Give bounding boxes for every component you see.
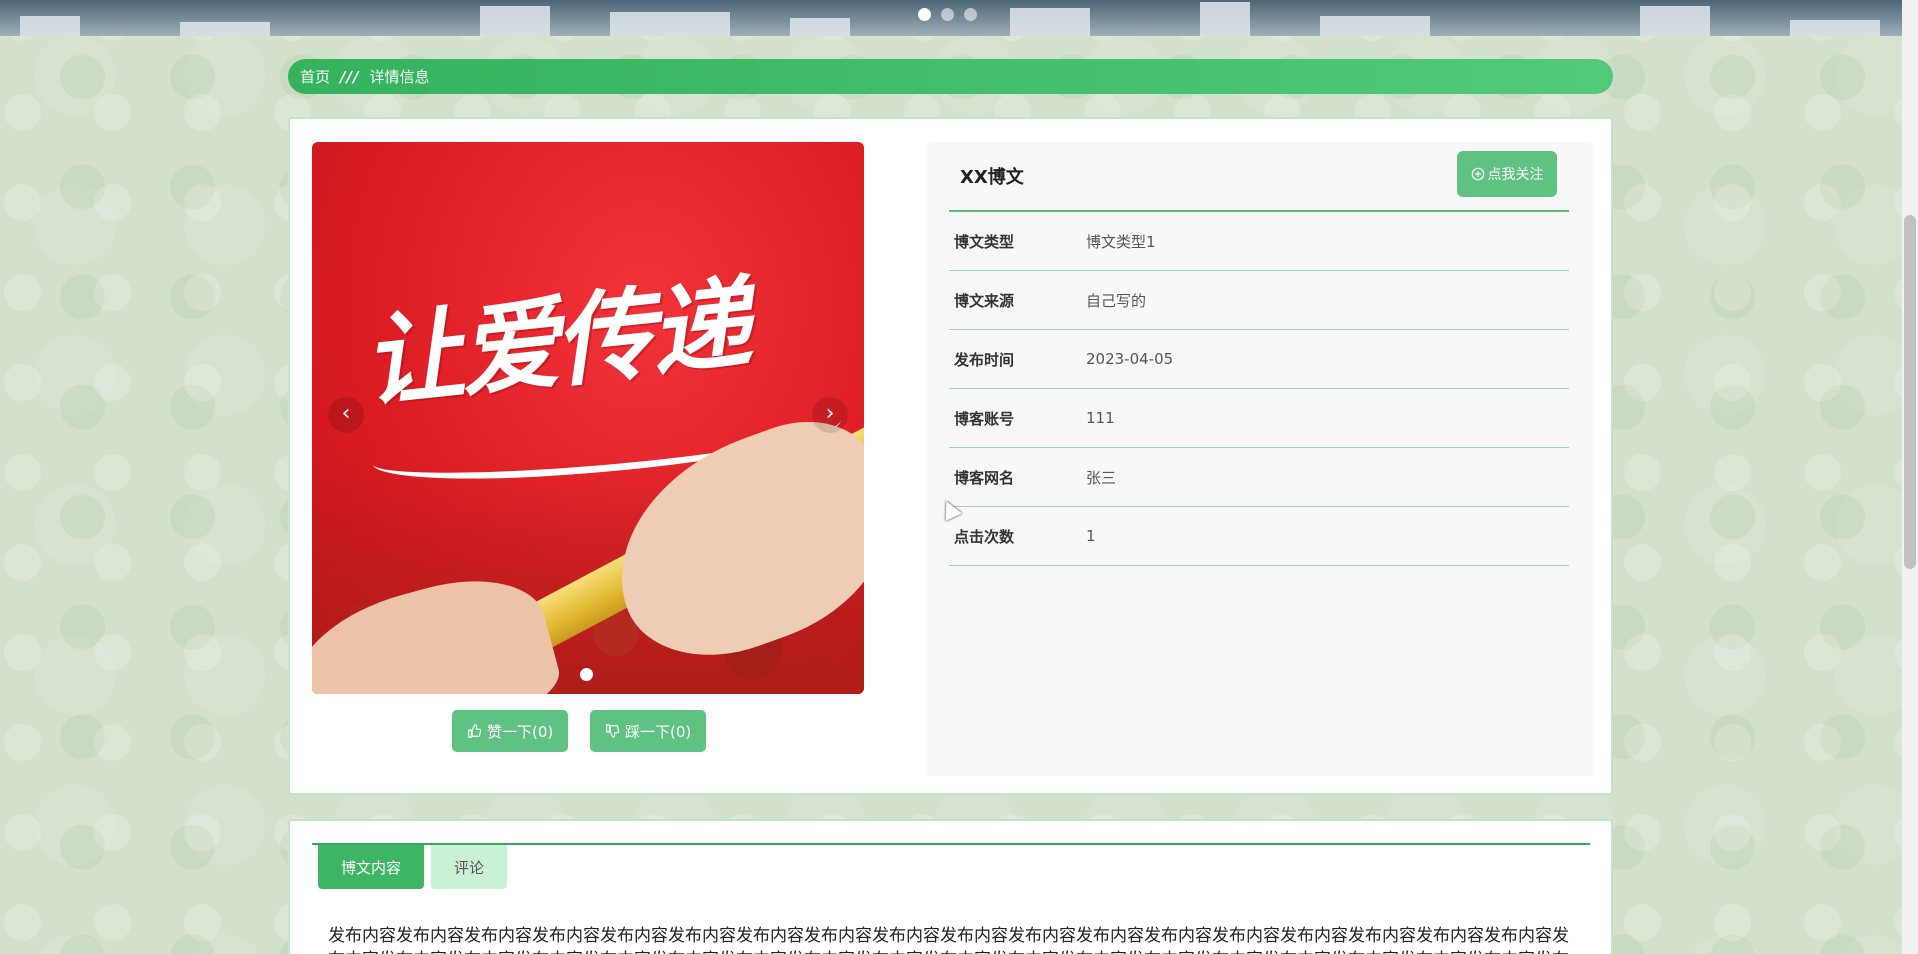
like-label: 赞一下(0)	[487, 722, 554, 741]
info-row-source: 博文来源 自己写的	[949, 271, 1569, 330]
info-row-type: 博文类型 博文类型1	[949, 212, 1569, 271]
info-row-publish-time: 发布时间 2023-04-05	[949, 330, 1569, 389]
breadcrumb-home[interactable]: 首页	[300, 66, 330, 87]
dislike-label: 踩一下(0)	[625, 722, 692, 741]
info-row-nickname: 博客网名 张三	[949, 448, 1569, 507]
info-value: 1	[1086, 527, 1096, 545]
like-button[interactable]: 赞一下(0)	[452, 710, 569, 752]
scrollbar-thumb[interactable]	[1904, 215, 1916, 569]
post-title: XX博文	[960, 167, 1024, 188]
carousel-prev-button[interactable]: ‹	[328, 397, 364, 433]
detail-card: 让爱传递 ‹ › 赞一下(0) 踩一下(0) XX博文 点我关注 博文类型 博文…	[288, 117, 1613, 795]
image-carousel[interactable]: 让爱传递 ‹ ›	[312, 142, 864, 694]
info-label: 博客网名	[954, 468, 1015, 487]
info-row-account: 博客账号 111	[949, 389, 1569, 448]
dislike-button[interactable]: 踩一下(0)	[590, 710, 707, 752]
content-card: 博文内容 评论 发布内容发布内容发布内容发布内容发布内容发布内容发布内容发布内容…	[288, 819, 1613, 954]
tab-comments[interactable]: 评论	[431, 845, 507, 889]
info-label: 博文来源	[954, 291, 1015, 310]
thumbs-down-icon	[606, 724, 619, 738]
thumbs-up-icon	[468, 724, 481, 738]
follow-label: 点我关注	[1487, 167, 1544, 183]
follow-button[interactable]: 点我关注	[1457, 151, 1557, 197]
info-value: 自己写的	[1086, 291, 1147, 310]
info-row-clicks: 点击次数 1	[949, 507, 1569, 566]
page-scrollbar[interactable]	[1902, 0, 1918, 954]
carousel-slogan: 让爱传递	[357, 264, 753, 422]
carousel-dot[interactable]	[580, 668, 593, 681]
info-label: 博文类型	[954, 232, 1015, 251]
info-label: 点击次数	[954, 527, 1015, 546]
banner-dot[interactable]	[964, 8, 977, 21]
info-panel: XX博文 点我关注 博文类型 博文类型1 博文来源 自己写的 发布时间 2023…	[927, 142, 1593, 776]
banner-dots	[918, 8, 977, 21]
banner-dot[interactable]	[941, 8, 954, 21]
info-value: 张三	[1086, 468, 1117, 487]
info-table: 博文类型 博文类型1 博文来源 自己写的 发布时间 2023-04-05 博客账…	[949, 212, 1569, 566]
info-value: 2023-04-05	[1086, 350, 1174, 368]
post-content: 发布内容发布内容发布内容发布内容发布内容发布内容发布内容发布内容发布内容发布内容…	[328, 926, 1569, 954]
info-value: 111	[1086, 409, 1115, 427]
info-value: 博文类型1	[1086, 232, 1156, 251]
breadcrumb: 首页 /// 详情信息	[288, 59, 1613, 94]
info-label: 发布时间	[954, 350, 1015, 369]
carousel-next-button[interactable]: ›	[812, 397, 848, 433]
breadcrumb-separator: ///	[340, 67, 360, 86]
tab-content[interactable]: 博文内容	[318, 845, 424, 889]
breadcrumb-current: 详情信息	[369, 68, 430, 86]
banner-dot[interactable]	[918, 8, 931, 21]
plus-circle-icon	[1471, 167, 1484, 181]
top-banner	[0, 0, 1902, 36]
info-label: 博客账号	[954, 409, 1015, 428]
